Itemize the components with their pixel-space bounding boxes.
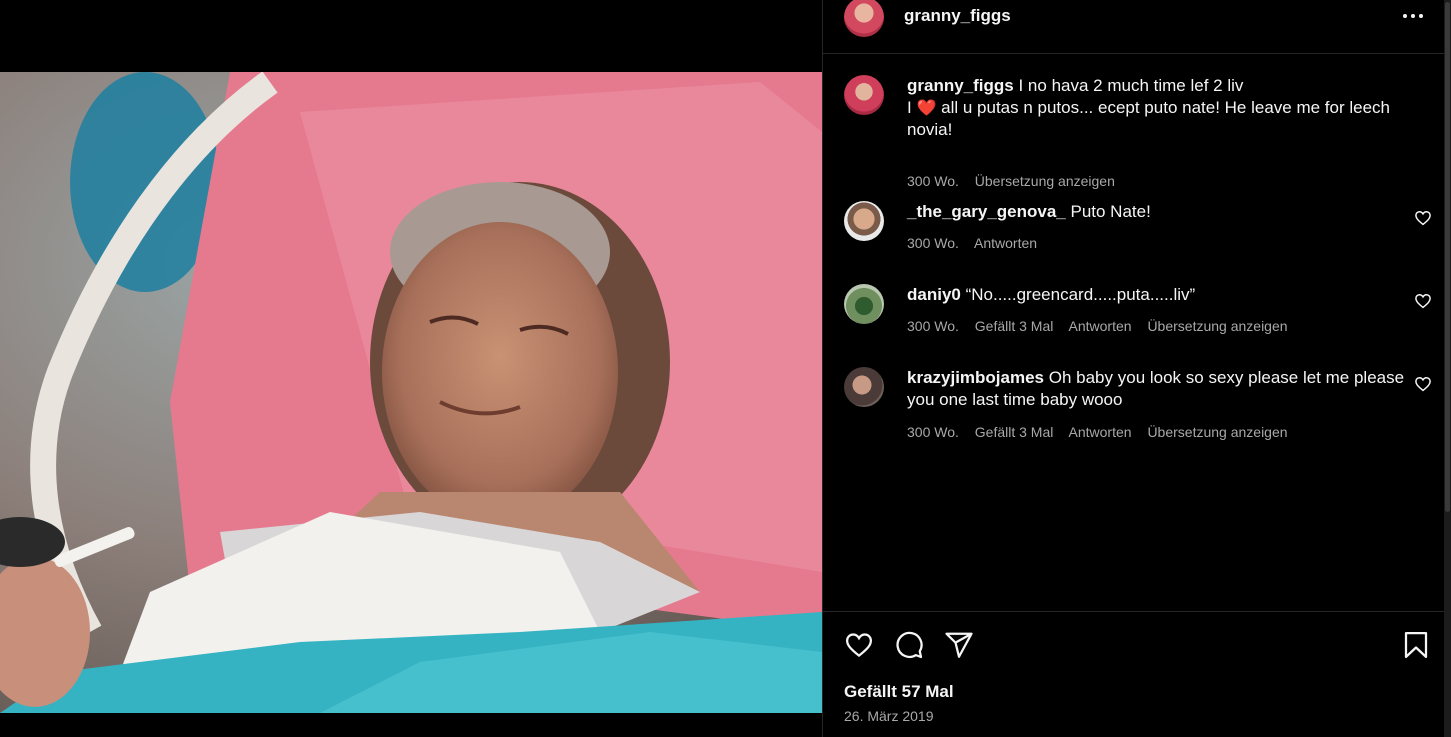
caption-line2-post: all u putas n putos... ecept puto nate! … (907, 98, 1391, 139)
caption-translate-link[interactable]: Übersetzung anzeigen (975, 173, 1115, 189)
photo-illustration (0, 72, 822, 713)
comment-message: “No.....greencard.....puta.....liv” (965, 285, 1196, 304)
comment-message: Puto Nate! (1070, 202, 1151, 221)
more-options-icon[interactable] (1397, 2, 1429, 30)
post-actions: Gefällt 57 Mal 26. März 2019 (823, 611, 1444, 737)
comment-text: daniy0 “No.....greencard.....puta.....li… (907, 284, 1407, 306)
author-avatar[interactable] (844, 0, 884, 37)
comment-age: 300 Wo. (907, 235, 959, 251)
comment-meta: 300 Wo. Gefällt 3 Mal Antworten Übersetz… (907, 318, 1300, 334)
translate-link[interactable]: Übersetzung anzeigen (1147, 424, 1287, 440)
comment-likes-link[interactable]: Gefällt 3 Mal (975, 318, 1054, 334)
author-username[interactable]: granny_figgs (904, 6, 1011, 26)
reply-link[interactable]: Antworten (1069, 424, 1132, 440)
caption-age: 300 Wo. (907, 173, 959, 189)
commenter-avatar[interactable] (844, 367, 884, 407)
scrollbar-thumb[interactable] (1445, 2, 1450, 512)
comment-like-heart-icon[interactable] (1414, 375, 1432, 393)
commenter-username[interactable]: krazyjimbojames (907, 368, 1044, 387)
comment-age: 300 Wo. (907, 424, 959, 440)
caption-username[interactable]: granny_figgs (907, 76, 1014, 95)
media-area (0, 0, 822, 737)
comment-meta: 300 Wo. Antworten (907, 235, 1049, 251)
commenter-username[interactable]: _the_gary_genova_ (907, 202, 1066, 221)
post-photo[interactable] (0, 72, 822, 713)
translate-link[interactable]: Übersetzung anzeigen (1147, 318, 1287, 334)
comment-age: 300 Wo. (907, 318, 959, 334)
comment-like-heart-icon[interactable] (1414, 292, 1432, 310)
post-panel: granny_figgs granny_figgs I no hava 2 mu… (822, 0, 1444, 737)
likes-count[interactable]: Gefällt 57 Mal (844, 682, 954, 702)
post-header: granny_figgs (823, 0, 1444, 54)
caption-meta: 300 Wo. Übersetzung anzeigen (907, 173, 1127, 189)
heart-icon[interactable] (844, 630, 874, 660)
bookmark-icon[interactable] (1401, 630, 1431, 660)
comment-text: _the_gary_genova_ Puto Nate! (907, 201, 1407, 223)
commenter-avatar[interactable] (844, 284, 884, 324)
comments-list: granny_figgs I no hava 2 much time lef 2… (823, 54, 1444, 611)
comment-like-heart-icon[interactable] (1414, 209, 1432, 227)
scrollbar[interactable] (1444, 0, 1451, 737)
caption-line1: I no hava 2 much time lef 2 liv (1018, 76, 1244, 95)
share-icon[interactable] (944, 630, 974, 660)
reply-link[interactable]: Antworten (974, 235, 1037, 251)
post-date: 26. März 2019 (844, 708, 934, 724)
comment-likes-link[interactable]: Gefällt 3 Mal (975, 424, 1054, 440)
caption-line2-pre: I (907, 98, 912, 117)
comment-meta: 300 Wo. Gefällt 3 Mal Antworten Übersetz… (907, 424, 1300, 440)
caption-text: granny_figgs I no hava 2 much time lef 2… (907, 75, 1407, 141)
comment-text: krazyjimbojames Oh baby you look so sexy… (907, 367, 1407, 411)
commenter-username[interactable]: daniy0 (907, 285, 961, 304)
caption-avatar[interactable] (844, 75, 884, 115)
reply-link[interactable]: Antworten (1069, 318, 1132, 334)
heart-emoji-icon: ❤️ (916, 98, 937, 117)
commenter-avatar[interactable] (844, 201, 884, 241)
comment-icon[interactable] (894, 630, 924, 660)
